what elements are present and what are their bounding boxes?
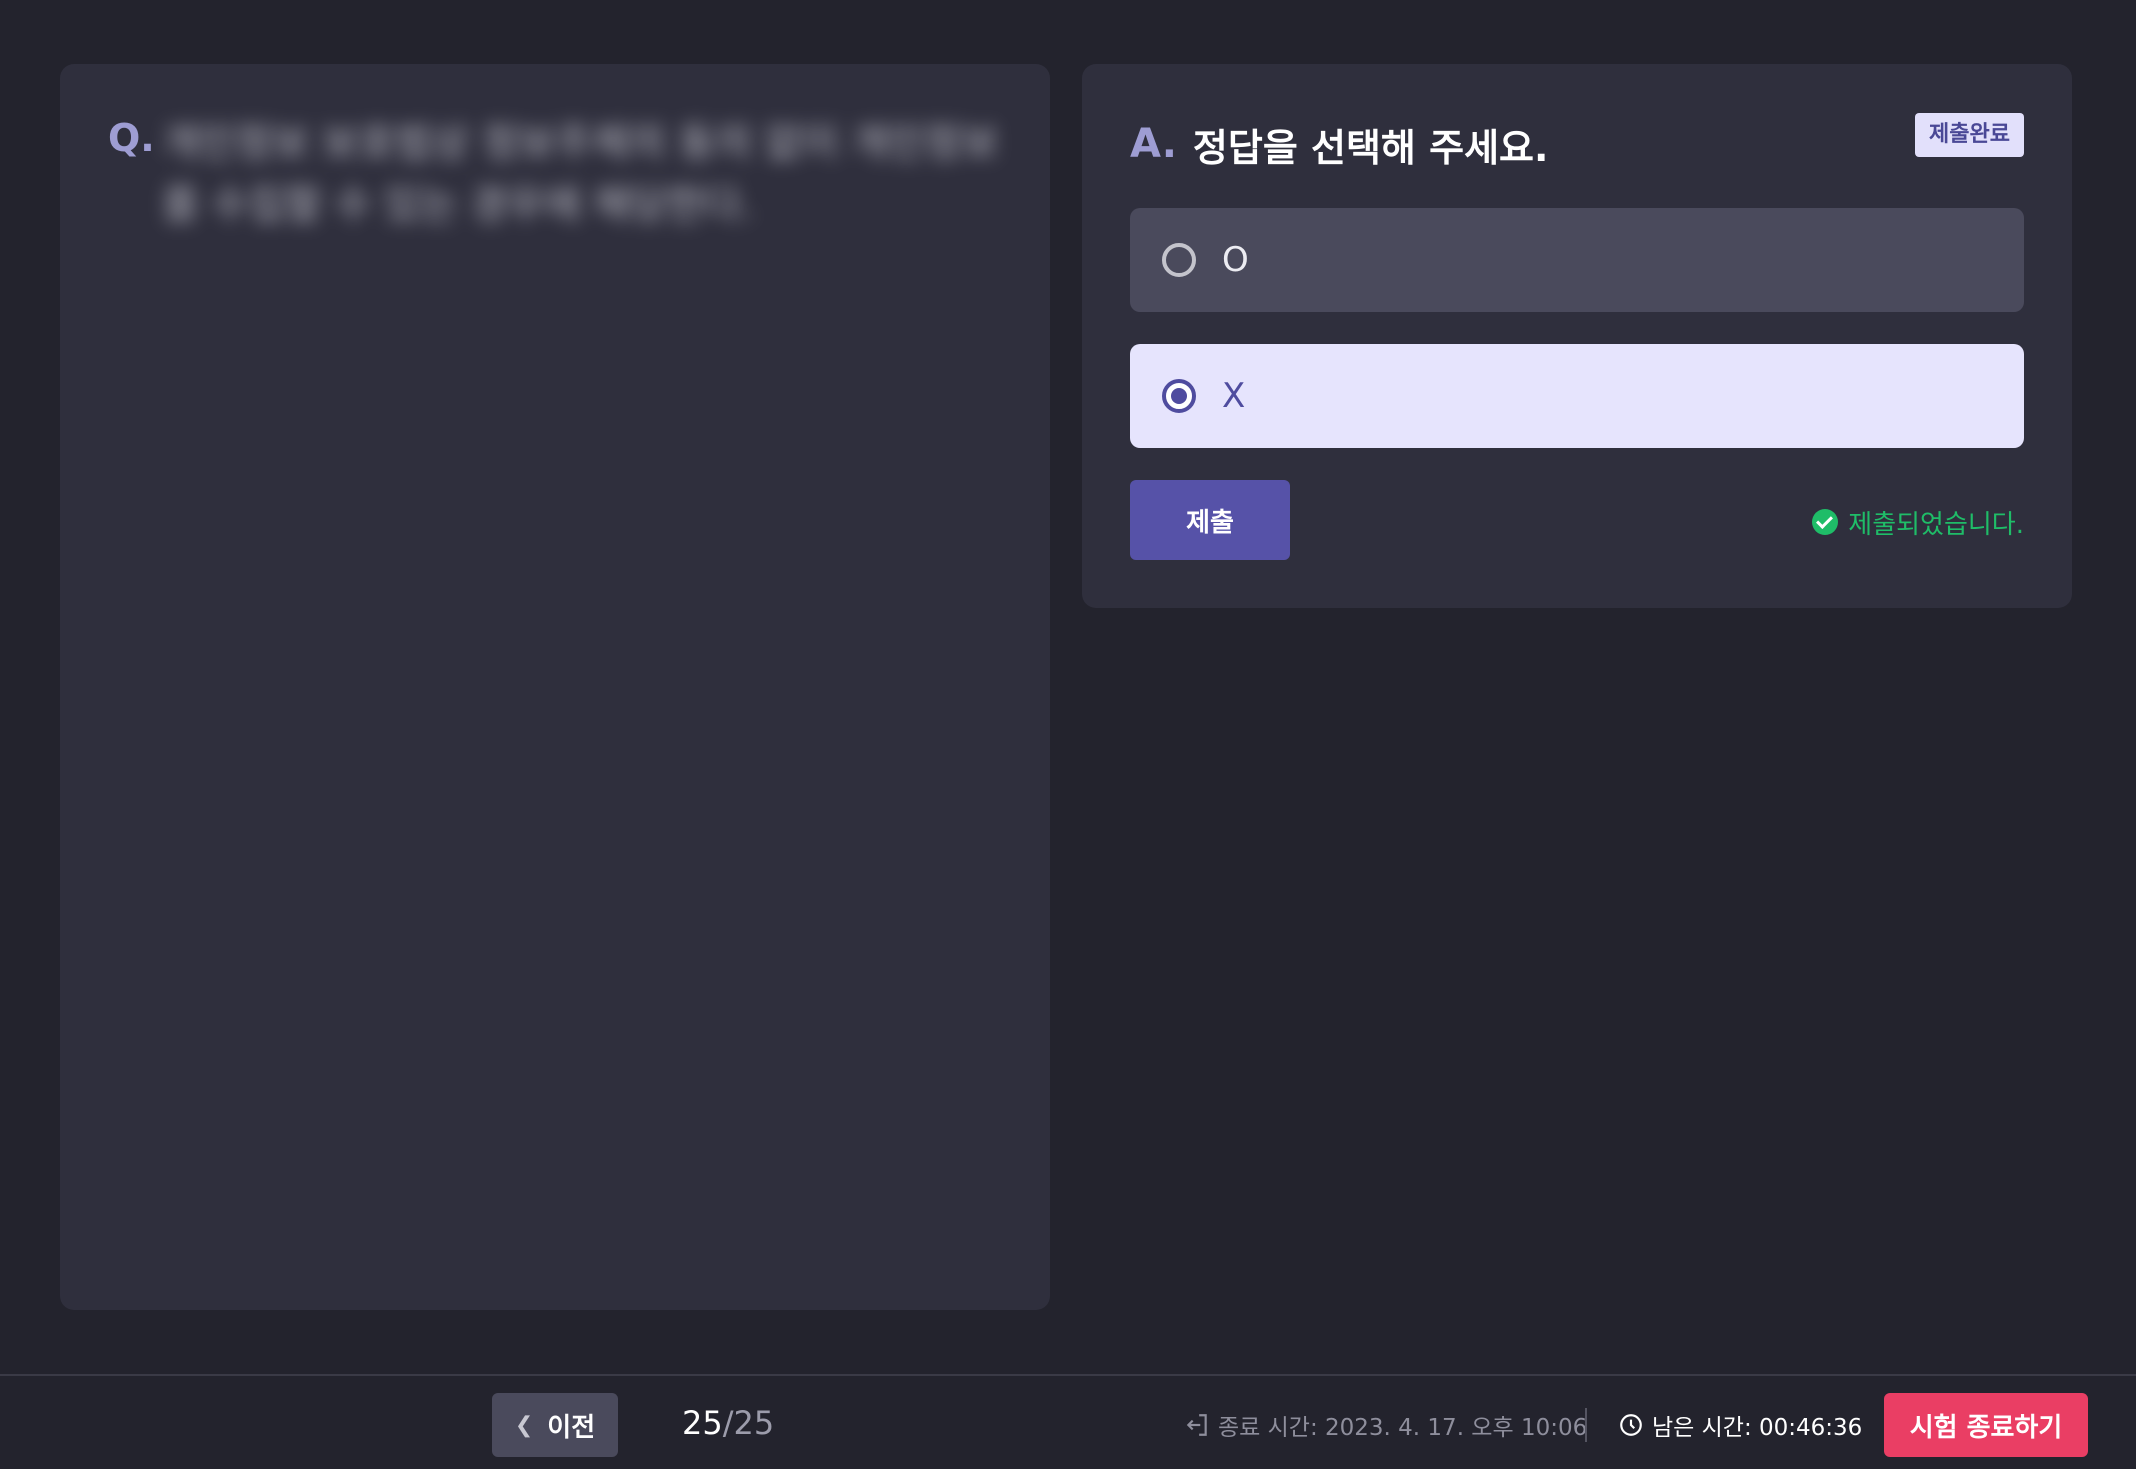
question-text: 개인정보 보호법상 정보주체의 동의 없이 개인정보를 수집할 수 있는 경우에… <box>162 120 999 228</box>
check-circle-icon <box>1812 509 1839 535</box>
prev-label: 이전 <box>547 1412 596 1443</box>
page-counter: 25/25 <box>682 1404 774 1442</box>
submitted-text: 제출되었습니다. <box>1848 509 2024 540</box>
status-badge: 제출완료 <box>1915 113 2024 157</box>
option-label: X <box>1222 376 1246 416</box>
question-prefix: Q. <box>108 116 155 160</box>
divider <box>1585 1408 1587 1442</box>
submitted-message: 제출되었습니다. <box>1812 502 2024 542</box>
page-current: 25 <box>682 1404 723 1442</box>
page-total: /25 <box>722 1404 775 1442</box>
footer-bar: ❮ 이전 25/25 종료 시간: 2023. 4. 17. 오후 10:06 … <box>0 1374 2136 1469</box>
answer-option-o[interactable]: O <box>1130 208 2024 312</box>
exit-icon <box>1186 1414 1207 1436</box>
answer-prefix: A. <box>1130 121 1177 167</box>
answer-header: A. 정답을 선택해 주세요. <box>1130 114 1548 174</box>
remaining-time-text: 남은 시간: 00:46:36 <box>1652 1415 1863 1441</box>
answer-title: 정답을 선택해 주세요. <box>1192 125 1549 170</box>
chevron-left-icon: ❮ <box>514 1412 534 1438</box>
remaining-time: 남은 시간: 00:46:36 <box>1618 1408 1862 1442</box>
radio-icon[interactable] <box>1162 379 1196 413</box>
clock-icon <box>1620 1414 1642 1436</box>
answer-panel: A. 정답을 선택해 주세요. 제출완료 O X 제출 제출되었습니다. <box>1082 64 2072 608</box>
radio-icon[interactable] <box>1162 243 1196 277</box>
prev-button[interactable]: ❮ 이전 <box>492 1393 618 1457</box>
submit-button[interactable]: 제출 <box>1130 480 1290 560</box>
end-time-text: 종료 시간: 2023. 4. 17. 오후 10:06 <box>1218 1415 1588 1441</box>
exam-main: Q. 개인정보 보호법상 정보주체의 동의 없이 개인정보를 수집할 수 있는 … <box>0 0 2136 1374</box>
option-label: O <box>1222 240 1249 280</box>
end-time: 종료 시간: 2023. 4. 17. 오후 10:06 <box>1184 1408 1587 1442</box>
question-panel: Q. 개인정보 보호법상 정보주체의 동의 없이 개인정보를 수집할 수 있는 … <box>60 64 1050 1310</box>
answer-option-x[interactable]: X <box>1130 344 2024 448</box>
end-exam-button[interactable]: 시험 종료하기 <box>1884 1393 2088 1457</box>
